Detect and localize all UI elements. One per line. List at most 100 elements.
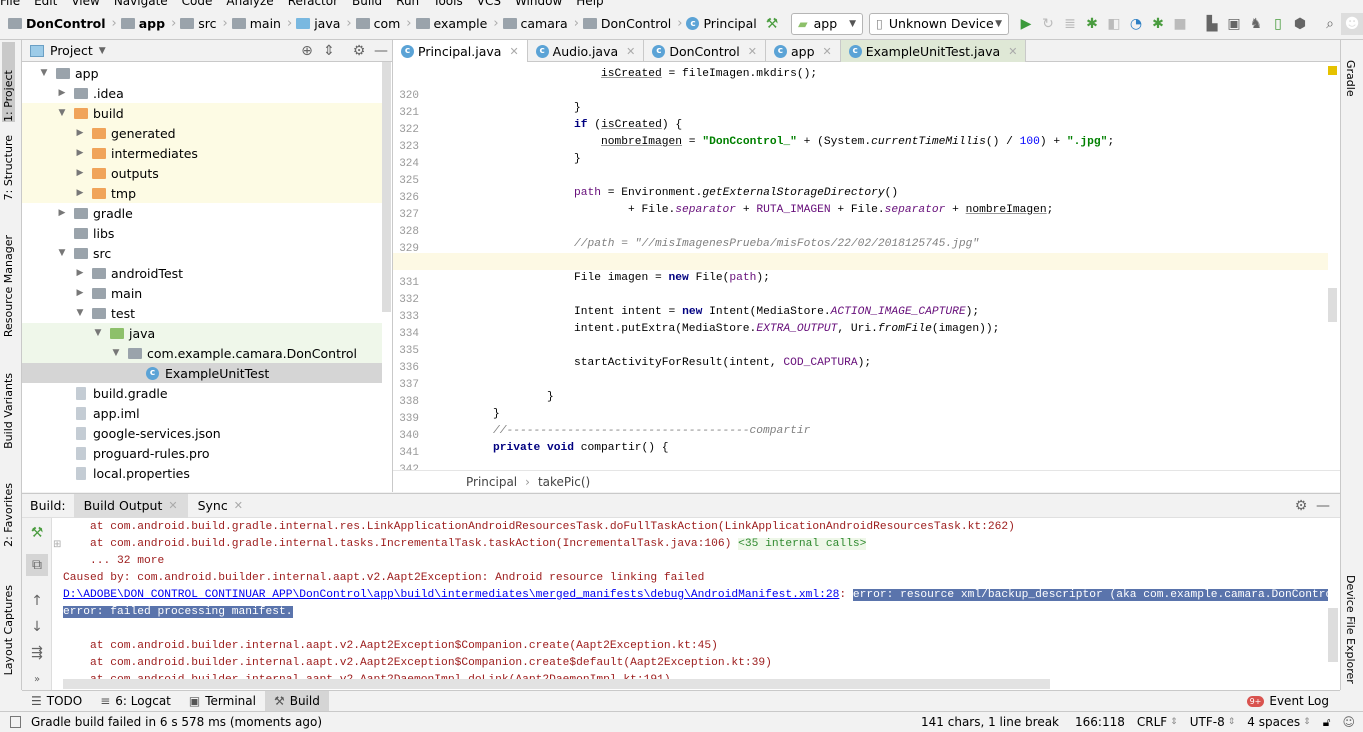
breadcrumb-item[interactable]: DonControl ›: [8, 16, 117, 31]
output-scrollbar[interactable]: [1328, 608, 1338, 662]
output-hscrollbar[interactable]: [63, 679, 1050, 689]
device-select[interactable]: ▯ Unknown Device ▼: [869, 12, 1009, 35]
tool-tab-todo[interactable]: ☰ TODO: [22, 691, 91, 712]
output-line[interactable]: at com.android.build.gradle.internal.tas…: [63, 536, 1328, 553]
collapsed-arrow-icon[interactable]: ▶: [56, 208, 68, 218]
code-line[interactable]: isCreated = fileImagen.mkdirs();: [393, 66, 1328, 83]
editor-scrollbar[interactable]: [1328, 288, 1337, 322]
tool-tab-gradle[interactable]: Gradle: [1344, 60, 1357, 97]
event-log-button[interactable]: 9+ Event Log: [1238, 691, 1338, 712]
tool-tab-build[interactable]: ⚒ Build: [264, 690, 329, 712]
output-line[interactable]: Caused by: com.android.builder.internal.…: [63, 570, 1328, 587]
tree-item[interactable]: ▶ tmp: [22, 183, 382, 203]
tree-item[interactable]: build.gradle: [22, 383, 382, 403]
run-icon[interactable]: ▶: [1015, 13, 1037, 35]
collapsed-arrow-icon[interactable]: ▶: [74, 128, 86, 138]
close-icon[interactable]: ✕: [748, 45, 757, 58]
close-icon[interactable]: ✕: [234, 499, 243, 512]
arrow-down-icon[interactable]: ↓: [26, 616, 48, 638]
menu-item[interactable]: Window: [515, 0, 562, 7]
code-line[interactable]: File imagen = new File(path);: [393, 270, 1328, 287]
code-line[interactable]: [393, 253, 1328, 270]
close-icon[interactable]: ✕: [509, 45, 518, 58]
breadcrumb-item[interactable]: DonControl ›: [582, 16, 682, 31]
tree-item[interactable]: ▶ intermediates: [22, 143, 382, 163]
code-line[interactable]: [393, 287, 1328, 304]
expanded-arrow-icon[interactable]: ▼: [38, 68, 50, 78]
tool-tab-resource-manager[interactable]: Resource Manager: [2, 235, 15, 337]
indent-setting[interactable]: 4 spaces: [1247, 715, 1300, 729]
code-line[interactable]: startActivityForResult(intent, COD_CAPTU…: [393, 355, 1328, 372]
chevron-down-icon[interactable]: ▼: [99, 46, 106, 56]
breadcrumb-item[interactable]: java ›: [296, 16, 352, 31]
expanded-arrow-icon[interactable]: ▼: [92, 328, 104, 338]
menu-item[interactable]: VCS: [477, 0, 501, 7]
debug-icon[interactable]: ✱: [1081, 13, 1103, 35]
code-line[interactable]: }: [393, 406, 1328, 423]
menu-item[interactable]: Build: [352, 0, 382, 7]
stop-icon[interactable]: ■: [1169, 13, 1191, 35]
expand-icon[interactable]: ⊞: [53, 539, 61, 550]
line-separator[interactable]: CRLF: [1137, 715, 1167, 729]
tab-editor[interactable]: c Principal.java ✕: [393, 40, 528, 62]
code-line[interactable]: if (isCreated) {: [393, 117, 1328, 134]
tree-item[interactable]: ▼ app: [22, 63, 382, 83]
output-line[interactable]: at com.android.builder.internal.aapt.v2.…: [63, 655, 1328, 672]
menu-item[interactable]: Navigate: [114, 0, 168, 7]
avd-manager-icon[interactable]: ▯: [1267, 13, 1289, 35]
tab-editor[interactable]: c ExampleUnitTest.java ✕: [840, 40, 1027, 62]
output-line[interactable]: D:\ADOBE\DON CONTROL CONTINUAR APP\DonCo…: [63, 587, 1328, 604]
code-line[interactable]: [393, 168, 1328, 185]
collapsed-arrow-icon[interactable]: ▶: [74, 168, 86, 178]
tree-item[interactable]: ▼ src: [22, 243, 382, 263]
layout-inspector-icon[interactable]: ▣: [1223, 13, 1245, 35]
code-line[interactable]: [393, 372, 1328, 389]
arrow-up-icon[interactable]: ↑: [26, 590, 48, 612]
warning-stripe-icon[interactable]: [1328, 66, 1337, 75]
gear-icon[interactable]: ⚙: [348, 40, 370, 62]
build-tab[interactable]: Build Output ✕: [73, 493, 188, 518]
menu-item[interactable]: Tools: [433, 0, 463, 7]
tab-editor[interactable]: c Audio.java ✕: [528, 40, 645, 62]
crumb-class[interactable]: Principal: [466, 475, 517, 489]
tree-item[interactable]: ▶ androidTest: [22, 263, 382, 283]
user-avatar-icon[interactable]: ☻: [1341, 12, 1363, 35]
hammer-build-icon[interactable]: ⚒: [761, 13, 783, 35]
menu-item[interactable]: View: [71, 0, 99, 7]
crumb-method[interactable]: takePic(): [538, 475, 590, 489]
collapsed-arrow-icon[interactable]: ▶: [74, 148, 86, 158]
tree-item[interactable]: libs: [22, 223, 382, 243]
sdk-manager-icon[interactable]: ⬢: [1289, 13, 1311, 35]
tree-item[interactable]: ▼ com.example.camara.DonControl: [22, 343, 382, 363]
close-icon[interactable]: ✕: [626, 45, 635, 58]
menu-item[interactable]: File: [0, 0, 20, 7]
project-structure-icon[interactable]: ▙: [1201, 13, 1223, 35]
tool-tab-device-file-explorer[interactable]: Device File Explorer: [1344, 575, 1357, 684]
file-encoding[interactable]: UTF-8: [1190, 715, 1225, 729]
breadcrumb-item[interactable]: main ›: [231, 16, 292, 31]
menu-item[interactable]: Code: [182, 0, 213, 7]
output-line[interactable]: at com.android.build.gradle.internal.res…: [63, 519, 1328, 536]
collapsed-arrow-icon[interactable]: ▶: [56, 88, 68, 98]
attach-debugger-icon[interactable]: ✱: [1147, 13, 1169, 35]
tool-tab-build-variants[interactable]: Build Variants: [2, 373, 15, 449]
project-view-select[interactable]: Project: [50, 43, 93, 58]
expanded-arrow-icon[interactable]: ▼: [110, 348, 122, 358]
code-line[interactable]: private void compartir() {: [393, 440, 1328, 457]
tree-item[interactable]: ▶ outputs: [22, 163, 382, 183]
output-line[interactable]: at com.android.builder.internal.aapt.v2.…: [63, 638, 1328, 655]
collapse-all-icon[interactable]: ⇕: [318, 40, 340, 62]
code-line[interactable]: //------------------------------------co…: [393, 423, 1328, 440]
close-icon[interactable]: ✕: [1008, 45, 1017, 58]
panel-toggle-icon[interactable]: [10, 716, 21, 728]
code-line[interactable]: [393, 219, 1328, 236]
tree-item[interactable]: ▶ main: [22, 283, 382, 303]
hide-icon[interactable]: —: [370, 40, 392, 62]
code-line[interactable]: intent.putExtra(MediaStore.EXTRA_OUTPUT,…: [393, 321, 1328, 338]
breadcrumb-item[interactable]: example ›: [415, 16, 499, 31]
apply-code-changes-icon[interactable]: ≣: [1059, 13, 1081, 35]
tree-item[interactable]: c ExampleUnitTest: [22, 363, 382, 383]
code-line[interactable]: path = Environment.getExternalStorageDir…: [393, 185, 1328, 202]
tree-item[interactable]: local.properties: [22, 463, 382, 483]
tab-editor[interactable]: c DonControl ✕: [644, 40, 766, 62]
